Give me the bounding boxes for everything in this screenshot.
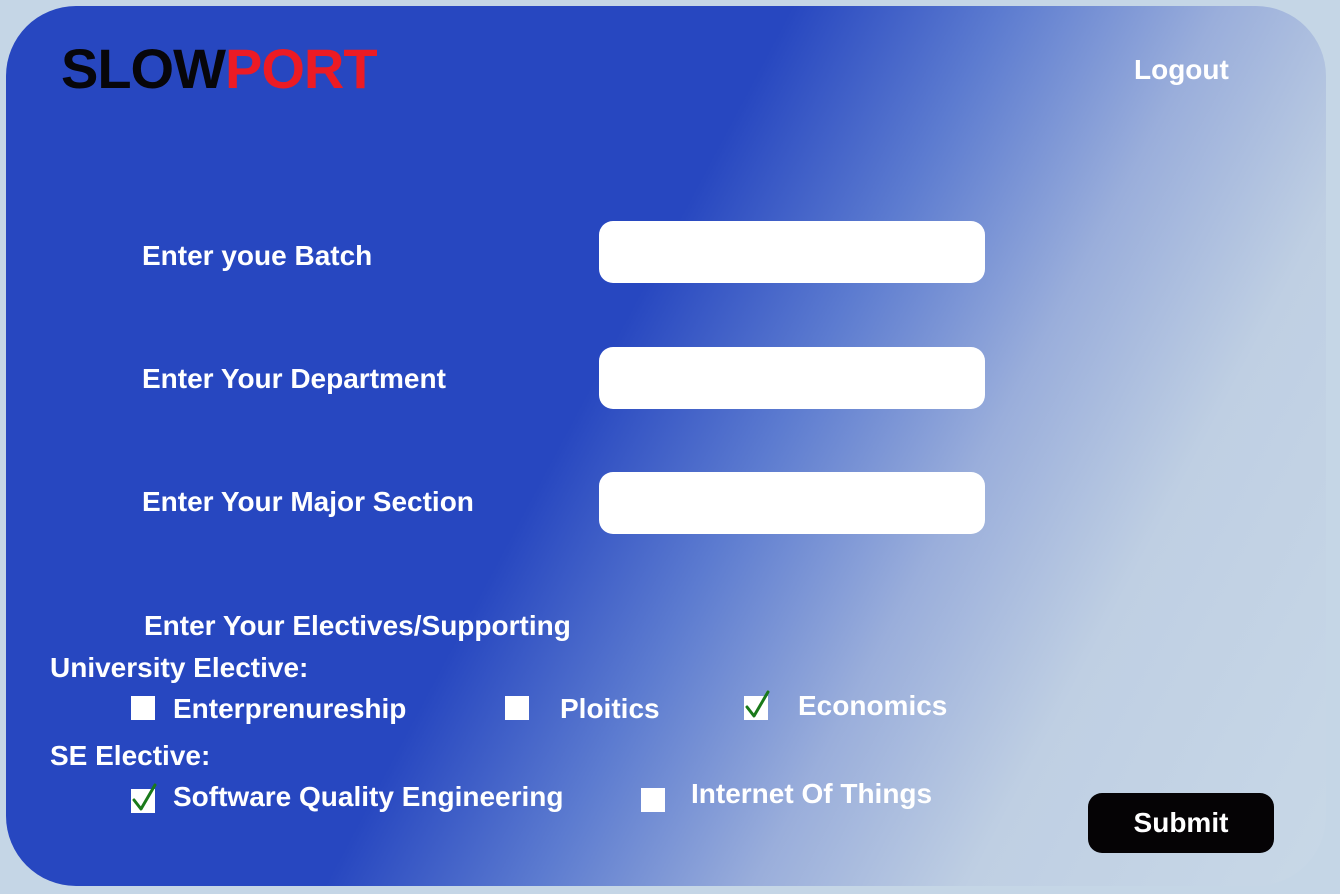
electives-heading: Enter Your Electives/Supporting: [144, 610, 571, 641]
economics-label[interactable]: Economics: [798, 690, 947, 722]
app-logo: SLOWPORT: [61, 41, 378, 97]
checkmark-icon: [132, 783, 157, 811]
department-input[interactable]: [599, 347, 985, 409]
ploitics-checkbox[interactable]: [505, 696, 529, 720]
department-label: Enter Your Department: [142, 363, 446, 394]
ploitics-label[interactable]: Ploitics: [560, 693, 660, 725]
enterprenureship-label[interactable]: Enterprenureship: [173, 693, 406, 725]
checkmark-icon: [745, 690, 770, 718]
major-section-input[interactable]: [599, 472, 985, 534]
batch-input[interactable]: [599, 221, 985, 283]
logo-port-text: PORT: [224, 37, 378, 100]
submit-button[interactable]: Submit: [1088, 793, 1274, 853]
software-quality-engineering-checkbox[interactable]: [131, 783, 157, 813]
logout-link[interactable]: Logout: [1134, 54, 1229, 86]
main-panel: SLOWPORT Logout Enter youe Batch Enter Y…: [6, 6, 1326, 886]
batch-label: Enter youe Batch: [142, 240, 373, 271]
se-elective-title: SE Elective:: [50, 740, 211, 771]
internet-of-things-checkbox[interactable]: [641, 788, 665, 812]
enterprenureship-checkbox[interactable]: [131, 696, 155, 720]
internet-of-things-label[interactable]: Internet Of Things: [691, 778, 932, 810]
logo-slow-text: SLOW: [61, 37, 226, 100]
economics-checkbox[interactable]: [744, 690, 770, 720]
university-elective-title: University Elective:: [50, 652, 309, 683]
major-section-label: Enter Your Major Section: [142, 486, 474, 517]
software-quality-engineering-label[interactable]: Software Quality Engineering: [173, 781, 564, 813]
